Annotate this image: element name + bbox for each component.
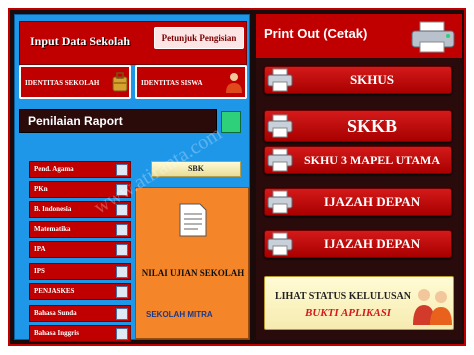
subject-label: PKn [34,185,48,193]
subject-button[interactable]: IPA [29,241,131,258]
identitas-siswa-label: IDENTITAS SISWA [141,79,203,87]
status-kelulusan-label: LIHAT STATUS KELULUSAN [275,291,411,302]
subject-sheet-icon [116,244,128,256]
subject-label: Pend. Agama [34,165,74,173]
print-button[interactable]: SKHUS [264,66,452,94]
printer-small-icon [267,148,293,172]
identitas-sekolah-button[interactable]: IDENTITAS SEKOLAH [19,65,131,99]
subject-button[interactable]: PENJASKES [29,283,131,300]
print-button-label: IJAZAH DEPAN [323,236,421,251]
subject-label: PENJASKES [34,287,75,295]
print-button-label: SKHU 3 MAPEL UTAMA [303,152,441,167]
subject-sheet-icon [116,328,128,340]
nilai-ujian-label: NILAI UJIAN SEKOLAH [141,268,245,278]
input-panel: Input Data Sekolah Petunjuk Pengisian ID… [14,14,250,342]
subject-sheet-icon [116,308,128,320]
subject-button[interactable]: PKn [29,181,131,198]
penilaian-title: Penilaian Raport [28,114,123,128]
printer-small-icon [267,190,293,214]
identitas-siswa-button[interactable]: IDENTITAS SISWA [135,65,247,99]
printer-small-icon [267,68,293,92]
subject-sheet-icon [116,184,128,196]
print-button[interactable]: IJAZAH DEPAN [264,230,452,258]
print-button-label: SKKB [346,115,398,136]
subject-button[interactable]: Bahasa Inggris [29,325,131,342]
penilaian-go-button[interactable] [221,111,241,133]
print-button[interactable]: SKKB [264,110,452,142]
sbk-button[interactable]: SBK [151,161,241,177]
subject-button[interactable]: Matematika [29,221,131,238]
subject-button[interactable]: Bahasa Sunda [29,305,131,322]
print-button[interactable]: IJAZAH DEPAN [264,188,452,216]
briefcase-icon [112,72,128,92]
student-icon [226,73,242,93]
subject-label: Matematika [34,225,71,233]
subject-sheet-icon [116,204,128,216]
subject-sheet-icon [116,224,128,236]
input-title: Input Data Sekolah [30,34,131,48]
print-button-label: SKHUS [349,72,395,87]
print-title: Print Out (Cetak) [264,26,368,41]
petunjuk-pengisian-button[interactable]: Petunjuk Pengisian [154,27,244,49]
document-icon [179,203,207,237]
print-button-label: IJAZAH DEPAN [323,194,421,209]
print-button[interactable]: SKHU 3 MAPEL UTAMA [264,146,452,174]
penilaian-header: Penilaian Raport [19,109,217,133]
subject-label: B. Indonesia [34,205,72,213]
subject-sheet-icon [116,286,128,298]
identitas-sekolah-label: IDENTITAS SEKOLAH [25,79,100,87]
subject-sheet-icon [116,164,128,176]
subject-button[interactable]: Pend. Agama [29,161,131,178]
subject-label: IPA [34,245,46,253]
subject-label: Bahasa Inggris [34,329,79,337]
printer-small-icon [267,232,293,256]
sekolah-mitra-logo: SEKOLAH MITRA [146,310,213,319]
input-header: Input Data Sekolah Petunjuk Pengisian [19,21,247,65]
subject-button[interactable]: IPS [29,263,131,280]
subject-label: Bahasa Sunda [34,309,77,317]
status-kelulusan-button[interactable]: LIHAT STATUS KELULUSAN BUKTI APLIKASI [264,276,454,330]
subject-label: IPS [34,267,45,275]
subject-sheet-icon [116,266,128,278]
graduates-icon [413,289,452,325]
subject-button[interactable]: B. Indonesia [29,201,131,218]
printer-icon [411,21,455,53]
printer-small-icon [267,114,293,138]
print-panel: Print Out (Cetak) SKHUS SKKB SKHU 3 MAPEL … [256,14,462,340]
nilai-ujian-sekolah-button[interactable]: NILAI UJIAN SEKOLAH SEKOLAH MITRA [135,187,249,339]
print-header: Print Out (Cetak) [256,14,462,58]
bukti-aplikasi-label: BUKTI APLIKASI [305,307,392,319]
